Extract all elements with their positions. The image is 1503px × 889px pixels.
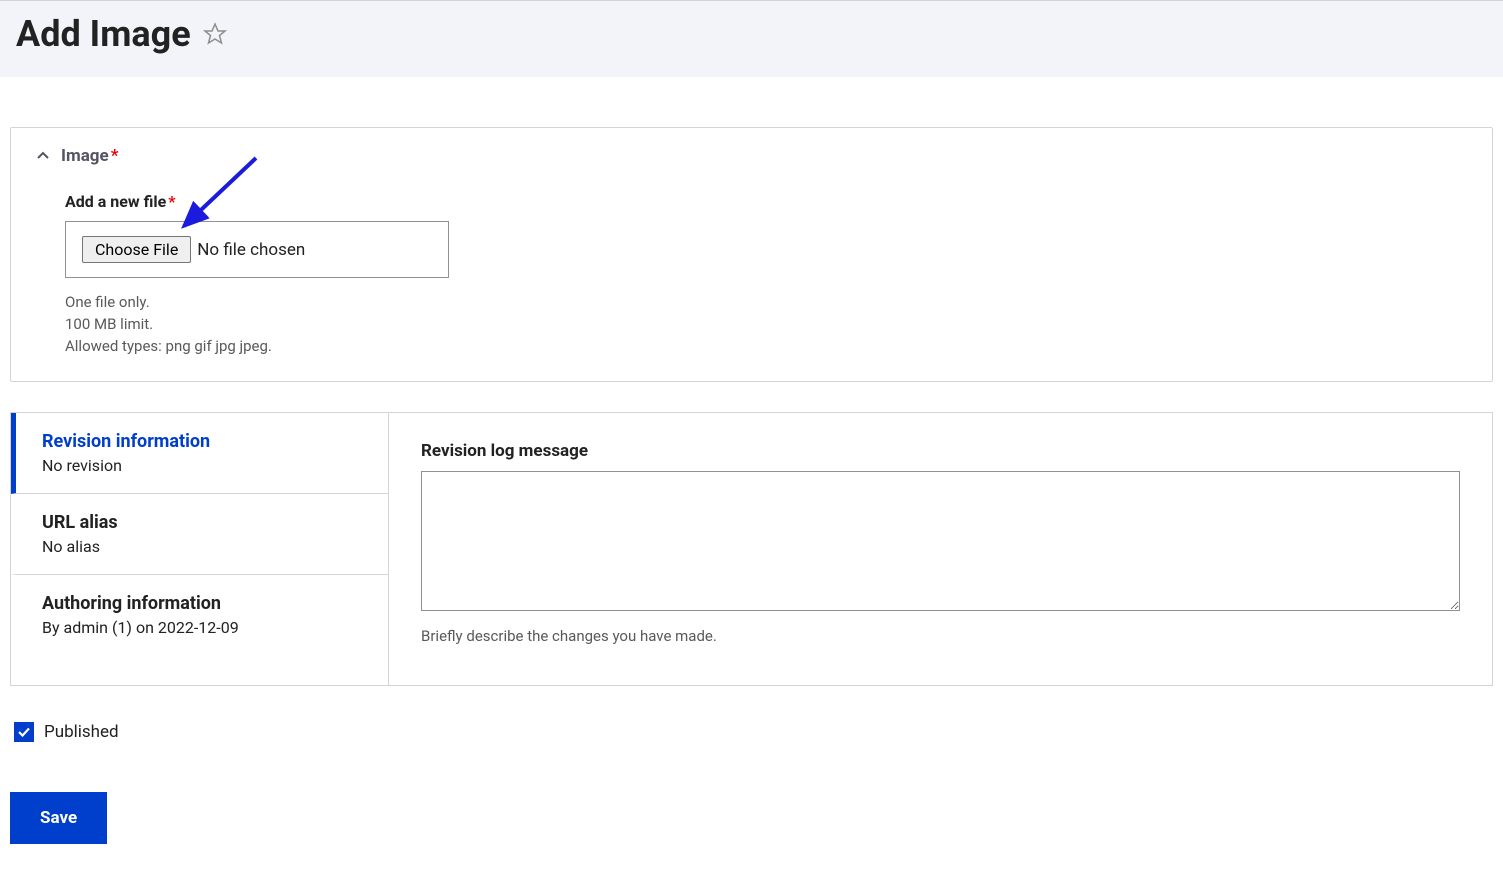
file-input-box[interactable]: Choose File No file chosen <box>65 221 449 278</box>
chevron-up-icon <box>35 148 51 164</box>
file-help-text: One file only. 100 MB limit. Allowed typ… <box>65 292 1468 357</box>
published-label: Published <box>44 722 119 742</box>
add-file-label-text: Add a new file <box>65 192 166 211</box>
required-marker: * <box>111 146 119 166</box>
page-header: Add Image <box>0 0 1503 77</box>
revision-log-help: Briefly describe the changes you have ma… <box>421 627 1460 645</box>
image-fieldset-header[interactable]: Image* <box>35 146 1468 166</box>
image-legend-text: Image <box>61 146 109 166</box>
vertical-tabs: Revision information No revision URL ali… <box>10 412 1493 686</box>
save-button[interactable]: Save <box>10 792 107 844</box>
add-file-field: Add a new file* Choose File No file chos… <box>65 192 1468 357</box>
content-area: Image* Add a new file* Choose File No fi… <box>0 77 1503 854</box>
help-line-1: One file only. <box>65 292 1468 314</box>
help-line-3: Allowed types: png gif jpg jpeg. <box>65 336 1468 358</box>
revision-log-textarea[interactable] <box>421 471 1460 611</box>
tab-panel-revision: Revision log message Briefly describe th… <box>389 413 1492 685</box>
revision-log-label: Revision log message <box>421 441 1460 461</box>
tab-revision-information[interactable]: Revision information No revision <box>11 413 388 494</box>
file-status-text: No file chosen <box>197 240 305 260</box>
tab-title: Authoring information <box>42 593 362 614</box>
tabs-sidebar: Revision information No revision URL ali… <box>11 413 389 685</box>
tab-authoring-information[interactable]: Authoring information By admin (1) on 20… <box>11 575 388 655</box>
page-title: Add Image <box>16 13 191 55</box>
help-line-2: 100 MB limit. <box>65 314 1468 336</box>
image-legend: Image* <box>61 146 118 166</box>
star-icon[interactable] <box>203 22 227 46</box>
required-marker: * <box>168 192 175 211</box>
image-fieldset: Image* Add a new file* Choose File No fi… <box>10 127 1493 382</box>
add-file-label: Add a new file* <box>65 192 1468 211</box>
tab-url-alias[interactable]: URL alias No alias <box>11 494 388 575</box>
tab-title: Revision information <box>42 431 362 452</box>
tab-subtitle: By admin (1) on 2022-12-09 <box>42 618 362 637</box>
published-checkbox-row[interactable]: Published <box>10 716 1493 748</box>
tab-title: URL alias <box>42 512 362 533</box>
tab-subtitle: No revision <box>42 456 362 475</box>
published-checkbox[interactable] <box>14 722 34 742</box>
tab-subtitle: No alias <box>42 537 362 556</box>
choose-file-button[interactable]: Choose File <box>82 236 191 263</box>
checkmark-icon <box>17 725 31 739</box>
